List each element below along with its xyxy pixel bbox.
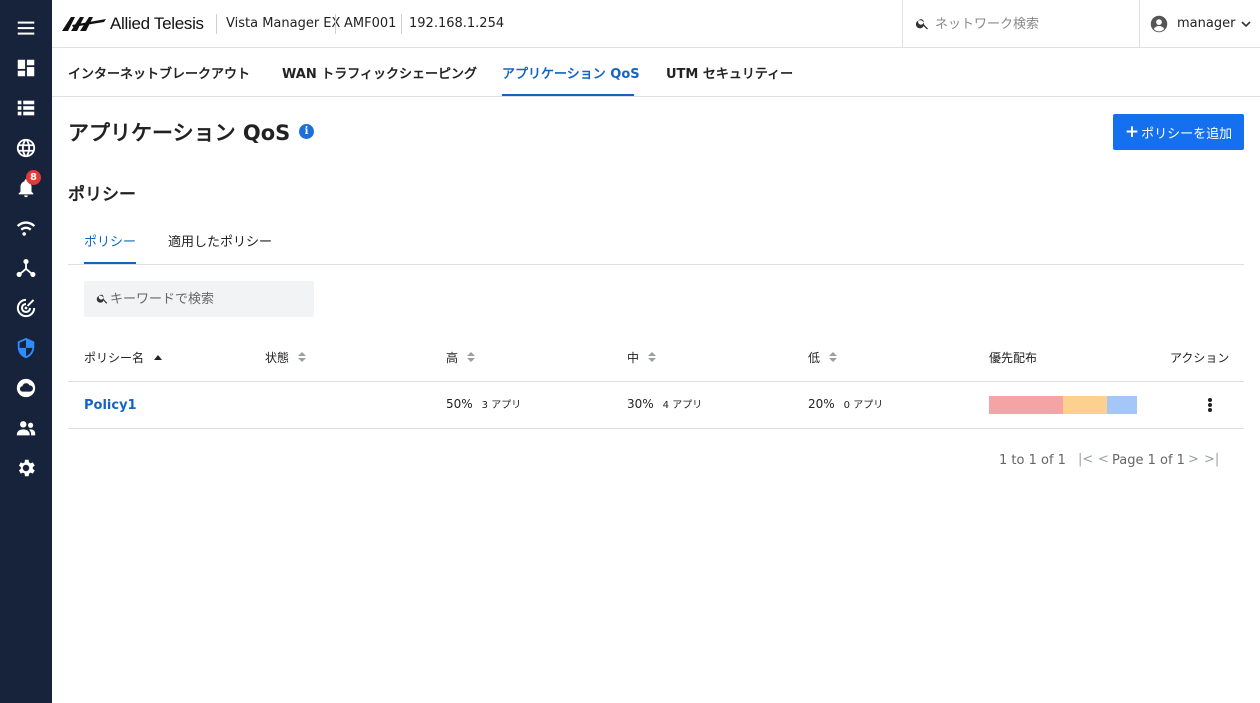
distribution-segment-low (1107, 396, 1137, 414)
add-policy-button[interactable]: + ポリシーを追加 (1113, 114, 1244, 150)
topology-icon[interactable] (0, 248, 52, 288)
list-icon[interactable] (0, 88, 52, 128)
users-icon[interactable] (0, 408, 52, 448)
high-percent: 50% (446, 397, 473, 411)
column-header-low[interactable]: 低 (808, 349, 838, 366)
kebab-dot (1208, 408, 1212, 412)
tab-internet-breakout[interactable]: インターネットブレークアウト (68, 63, 250, 82)
sidebar: 8 (0, 0, 52, 703)
policy-name-link[interactable]: Policy1 (84, 398, 137, 413)
cloud-icon[interactable] (0, 368, 52, 408)
column-header-medium[interactable]: 中 (627, 349, 657, 366)
radar-icon[interactable] (0, 288, 52, 328)
first-page-button[interactable]: |< (1078, 452, 1093, 467)
section-title: ポリシー (68, 185, 136, 205)
page-title: アプリケーション QoS (68, 121, 291, 145)
logo-text: Allied Telesis (110, 14, 204, 33)
network-search (902, 0, 1139, 48)
column-header-name[interactable]: ポリシー名 (84, 349, 163, 366)
column-header-high-label: 高 (446, 351, 459, 365)
logo[interactable]: Allied Telesis (62, 14, 204, 34)
column-header-distribution: 優先配布 (989, 351, 1038, 365)
active-subtab-indicator (84, 262, 136, 264)
pagination-range: 1 to 1 of 1 (999, 453, 1066, 468)
network-search-input[interactable] (935, 12, 1130, 36)
high-apps: 3 アプリ (481, 400, 522, 411)
tab-application-qos[interactable]: アプリケーション QoS (502, 63, 640, 82)
tab-utm-security[interactable]: UTM セキュリティー (666, 63, 793, 82)
alert-count-badge: 8 (26, 170, 41, 185)
distribution-segment-high (989, 396, 1063, 414)
kebab-dot (1208, 403, 1212, 407)
table-row: Policy1 50% 3 アプリ 30% 4 アプリ 20% 0 アプリ (68, 382, 1244, 429)
priority-distribution-bar (989, 396, 1137, 414)
low-apps: 0 アプリ (843, 400, 884, 411)
allied-telesis-logo-icon (62, 17, 106, 31)
low-cell: 20% 0 アプリ (808, 396, 883, 411)
tab-wan-traffic-shaping[interactable]: WAN トラフィックシェーピング (282, 63, 477, 82)
shield-icon[interactable] (0, 328, 52, 368)
table-header: ポリシー名 状態 高 中 低 優先配布 アクション (68, 334, 1244, 382)
bell-icon[interactable]: 8 (0, 168, 52, 208)
device-ip: 192.168.1.254 (409, 16, 505, 31)
sort-ascending-icon (154, 355, 163, 360)
sort-icon (467, 352, 476, 363)
column-header-high[interactable]: 高 (446, 349, 476, 366)
plus-icon: + (1124, 122, 1140, 142)
search-icon (96, 294, 108, 304)
sort-icon (298, 352, 307, 363)
more-actions-icon[interactable] (1203, 395, 1217, 415)
globe-icon[interactable] (0, 128, 52, 168)
device-name[interactable]: AMF001 (344, 16, 396, 31)
low-percent: 20% (808, 397, 835, 411)
top-bar: Allied Telesis Vista Manager EX AMF001 1… (52, 0, 1260, 48)
medium-cell: 30% 4 アプリ (627, 396, 702, 411)
settings-icon[interactable] (0, 448, 52, 488)
dashboard-icon[interactable] (0, 48, 52, 88)
add-policy-label: ポリシーを追加 (1141, 126, 1233, 142)
high-cell: 50% 3 アプリ (446, 396, 521, 411)
policy-subtabs: ポリシー 適用したポリシー (68, 220, 1244, 265)
user-menu[interactable]: manager (1139, 0, 1260, 48)
keyword-search-input[interactable] (110, 287, 305, 311)
feature-tabs: インターネットブレークアウト WAN トラフィックシェーピング アプリケーション… (52, 48, 1260, 97)
column-header-medium-label: 中 (627, 351, 640, 365)
info-icon[interactable]: i (299, 124, 314, 139)
header-divider (335, 14, 336, 34)
last-page-button[interactable]: >| (1204, 452, 1219, 467)
column-header-status[interactable]: 状態 (265, 349, 307, 366)
search-icon (915, 19, 928, 30)
account-icon (1150, 15, 1168, 33)
distribution-segment-medium (1063, 396, 1107, 414)
header-divider (401, 14, 402, 34)
medium-percent: 30% (627, 397, 654, 411)
menu-icon[interactable] (0, 8, 52, 48)
column-header-name-label: ポリシー名 (84, 351, 145, 365)
chevron-down-icon (1241, 21, 1251, 28)
sort-icon (829, 352, 838, 363)
kebab-dot (1208, 398, 1212, 402)
tab-applied-policies[interactable]: 適用したポリシー (168, 231, 272, 250)
previous-page-button[interactable]: < (1098, 452, 1109, 467)
medium-apps: 4 アプリ (662, 400, 703, 411)
active-tab-indicator (502, 94, 634, 96)
header-divider (216, 14, 217, 34)
keyword-search (84, 281, 314, 317)
next-page-button[interactable]: > (1188, 452, 1199, 467)
username: manager (1177, 16, 1236, 31)
column-header-actions: アクション (1170, 351, 1230, 365)
sort-icon (648, 352, 657, 363)
wifi-icon[interactable] (0, 208, 52, 248)
product-name: Vista Manager EX (226, 16, 341, 31)
tab-policies[interactable]: ポリシー (84, 231, 136, 250)
column-header-low-label: 低 (808, 351, 821, 365)
column-header-status-label: 状態 (265, 351, 290, 365)
pagination-page: Page 1 of 1 (1112, 453, 1185, 468)
